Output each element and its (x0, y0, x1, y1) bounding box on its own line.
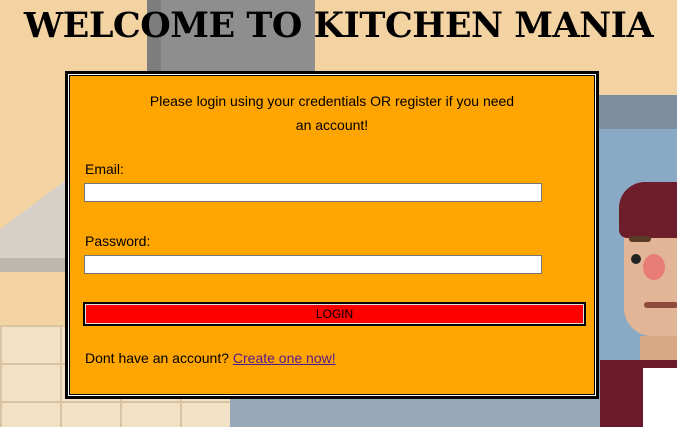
chef-apron (643, 368, 677, 427)
login-form: Please login using your credentials OR r… (65, 71, 599, 399)
chef-eye (631, 254, 641, 264)
window-frame (595, 95, 677, 129)
email-field[interactable] (84, 183, 542, 202)
signup-line: Dont have an account? Create one now! (85, 350, 336, 366)
password-label: Password: (85, 233, 151, 249)
range-hood-edge (0, 258, 70, 272)
email-label: Email: (85, 161, 124, 177)
login-intro-line-1: Please login using your credentials OR r… (149, 93, 515, 109)
create-account-link[interactable]: Create one now! (233, 350, 336, 366)
chef-hat (619, 182, 677, 238)
chef-nose (643, 254, 665, 280)
chef-face (624, 228, 677, 336)
chef-mouth (644, 302, 677, 308)
chef-eyebrow (629, 236, 651, 242)
password-field[interactable] (84, 255, 542, 274)
login-button[interactable]: LOGIN (83, 302, 586, 326)
login-intro: Please login using your credentials OR r… (68, 89, 596, 137)
page-title: WELCOME TO KITCHEN MANIA (23, 5, 654, 46)
signup-prompt: Dont have an account? (85, 350, 229, 366)
login-intro-line-2: an account! (295, 117, 369, 133)
